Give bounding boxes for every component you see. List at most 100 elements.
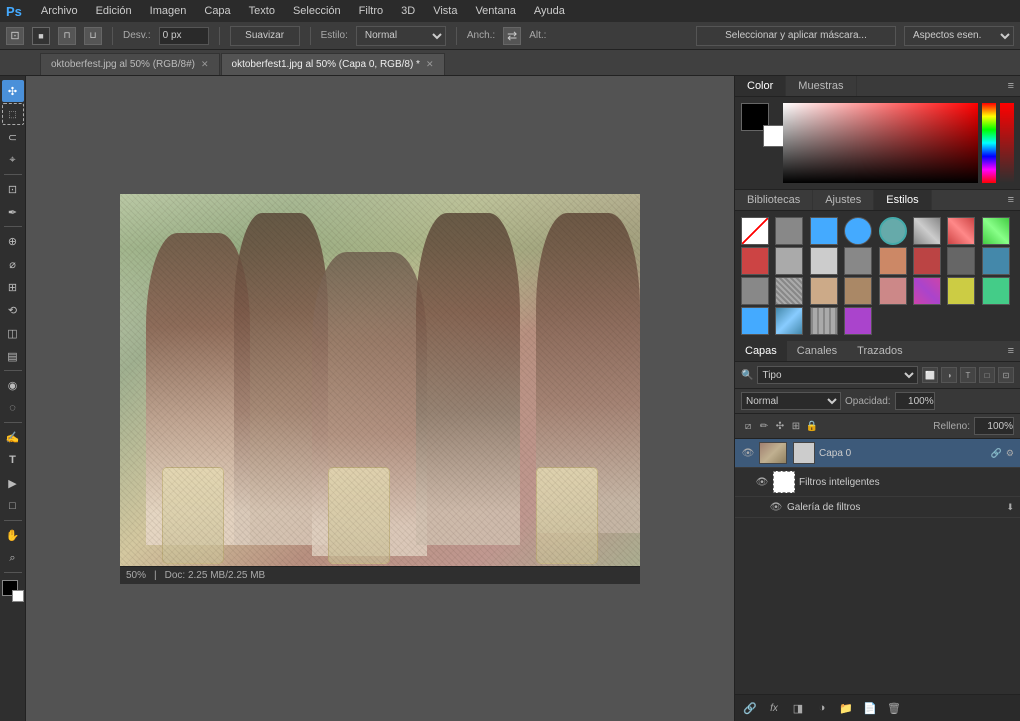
tool-dodge[interactable]: ◌ — [2, 397, 24, 419]
color-swatch-bg[interactable] — [763, 125, 785, 147]
tool-blur[interactable]: ◉ — [2, 374, 24, 396]
tool-hand[interactable]: ✋ — [2, 524, 24, 546]
mask-button[interactable]: Seleccionar y aplicar máscara... — [696, 26, 896, 46]
style-pink[interactable] — [879, 277, 907, 305]
layer-visibility-gallery[interactable]: 👁 — [769, 500, 783, 514]
menu-ventana[interactable]: Ventana — [472, 5, 518, 17]
style-llgray[interactable] — [810, 247, 838, 275]
tab-trazados[interactable]: Trazados — [847, 341, 912, 361]
link-icon[interactable]: 🔗 — [741, 699, 759, 717]
menu-texto[interactable]: Texto — [246, 5, 278, 17]
menu-3d[interactable]: 3D — [398, 5, 418, 17]
tab-bibliotecas[interactable]: Bibliotecas — [735, 190, 813, 210]
tool-crop[interactable]: ⊡ — [2, 178, 24, 200]
filter-type-dropdown[interactable]: Tipo — [757, 366, 918, 384]
layer-visibility-smart[interactable]: 👁 — [755, 475, 769, 489]
tool-path-select[interactable]: ▶ — [2, 472, 24, 494]
tab-estilos[interactable]: Estilos — [874, 190, 931, 210]
tool-healing[interactable]: ⊕ — [2, 230, 24, 252]
tool-marquee[interactable]: ⬚ — [2, 103, 24, 125]
options-tool-icon1[interactable]: ⊡ — [6, 27, 24, 45]
color-gradient[interactable] — [783, 103, 978, 183]
menu-vista[interactable]: Vista — [430, 5, 460, 17]
color-hue-slider[interactable] — [982, 103, 996, 183]
style-pattern[interactable] — [775, 277, 803, 305]
menu-capa[interactable]: Capa — [201, 5, 233, 17]
options-tool-icon4[interactable]: ⊔ — [84, 27, 102, 45]
style-brown[interactable] — [879, 247, 907, 275]
menu-edicion[interactable]: Edición — [93, 5, 135, 17]
lock-all-icon[interactable]: 🔒 — [805, 419, 819, 433]
tab-capas[interactable]: Capas — [735, 341, 787, 361]
color-fg[interactable] — [2, 580, 24, 602]
filter-pixel-icon[interactable]: ⬜ — [922, 367, 938, 383]
style-navy[interactable] — [982, 247, 1010, 275]
delete-layer-icon[interactable]: 🗑 — [885, 699, 903, 717]
tab-oktoberfest-close[interactable]: ✕ — [201, 59, 209, 70]
estilo-dropdown[interactable]: Normal Proporción fija Tamaño fijo — [356, 26, 446, 46]
mask-icon[interactable]: ◨ — [789, 699, 807, 717]
color-panel-menu[interactable]: ≡ — [1002, 76, 1020, 96]
color-alpha-slider[interactable] — [1000, 103, 1014, 183]
filter-adjust-icon[interactable]: ◑ — [941, 367, 957, 383]
swap-icon[interactable]: ⇄ — [503, 27, 521, 45]
tab-oktoberfest1-close[interactable]: ✕ — [426, 59, 434, 70]
style-multi1[interactable] — [913, 217, 941, 245]
filter-smart-icon[interactable]: ⊡ — [998, 367, 1014, 383]
lib-panel-menu[interactable]: ≡ — [1002, 190, 1020, 210]
style-dkgold[interactable] — [844, 277, 872, 305]
blend-mode-dropdown[interactable]: Normal — [741, 392, 841, 410]
filter-shape-icon[interactable]: □ — [979, 367, 995, 383]
tab-ajustes[interactable]: Ajustes — [813, 190, 874, 210]
layers-panel-menu[interactable]: ≡ — [1002, 341, 1020, 361]
adjustment-icon[interactable]: ◑ — [813, 699, 831, 717]
lock-paint-icon[interactable]: ✏ — [757, 419, 771, 433]
tool-clone[interactable]: ⊞ — [2, 276, 24, 298]
lock-move-icon[interactable]: ✣ — [773, 419, 787, 433]
tool-zoom[interactable]: ⌕ — [2, 547, 24, 569]
tab-canales[interactable]: Canales — [787, 341, 847, 361]
folder-icon[interactable]: 📁 — [837, 699, 855, 717]
filter-type-icon[interactable]: T — [960, 367, 976, 383]
layer-row-gallery[interactable]: 👁 Galería de filtros ⬇ — [735, 497, 1020, 518]
tool-history[interactable]: ⟲ — [2, 299, 24, 321]
panel-tab-color[interactable]: Color — [735, 76, 786, 96]
tab-oktoberfest1[interactable]: oktoberfest1.jpg al 50% (Capa 0, RGB/8) … — [221, 53, 445, 75]
tool-type[interactable]: T — [2, 449, 24, 471]
style-lblue[interactable] — [741, 307, 769, 335]
style-multi2[interactable] — [947, 217, 975, 245]
tool-quick-select[interactable]: ⌖ — [2, 149, 24, 171]
style-yellow[interactable] — [947, 277, 975, 305]
layer-row-capa0[interactable]: 👁 Capa 0 🔗 ⚙ — [735, 439, 1020, 468]
options-tool-icon3[interactable]: ⊓ — [58, 27, 76, 45]
tool-lasso[interactable]: ⊂ — [2, 126, 24, 148]
style-multi4[interactable] — [913, 277, 941, 305]
style-gray[interactable] — [775, 217, 803, 245]
opacity-input[interactable] — [895, 392, 935, 410]
style-dgray2[interactable] — [947, 247, 975, 275]
menu-seleccion[interactable]: Selección — [290, 5, 344, 17]
new-layer-icon[interactable]: 📄 — [861, 699, 879, 717]
style-dgray[interactable] — [844, 247, 872, 275]
layer-gallery-icon[interactable]: ⬇ — [1006, 502, 1014, 513]
style-lgray[interactable] — [775, 247, 803, 275]
canvas-area[interactable]: 50% | Doc: 2.25 MB/2.25 MB — [26, 76, 734, 721]
menu-archivo[interactable]: Archivo — [38, 5, 81, 17]
fx-icon[interactable]: fx — [765, 699, 783, 717]
style-red[interactable] — [741, 247, 769, 275]
style-none[interactable] — [741, 217, 769, 245]
style-teal-dot[interactable] — [879, 217, 907, 245]
style-cyan[interactable] — [810, 217, 838, 245]
layer-row-smart-filters[interactable]: 👁 Filtros inteligentes — [735, 468, 1020, 497]
menu-filtro[interactable]: Filtro — [356, 5, 386, 17]
style-multi3[interactable] — [982, 217, 1010, 245]
tool-brush[interactable]: ⌀ — [2, 253, 24, 275]
tool-gradient[interactable]: ▤ — [2, 345, 24, 367]
tool-eraser[interactable]: ◫ — [2, 322, 24, 344]
lock-transparency-icon[interactable]: ⧄ — [741, 419, 755, 433]
options-tool-icon2[interactable]: ■ — [32, 27, 50, 45]
style-purple[interactable] — [844, 307, 872, 335]
tool-pen[interactable]: ✍ — [2, 426, 24, 448]
layer-visibility-capa0[interactable]: 👁 — [741, 446, 755, 460]
style-blue-dot[interactable] — [844, 217, 872, 245]
